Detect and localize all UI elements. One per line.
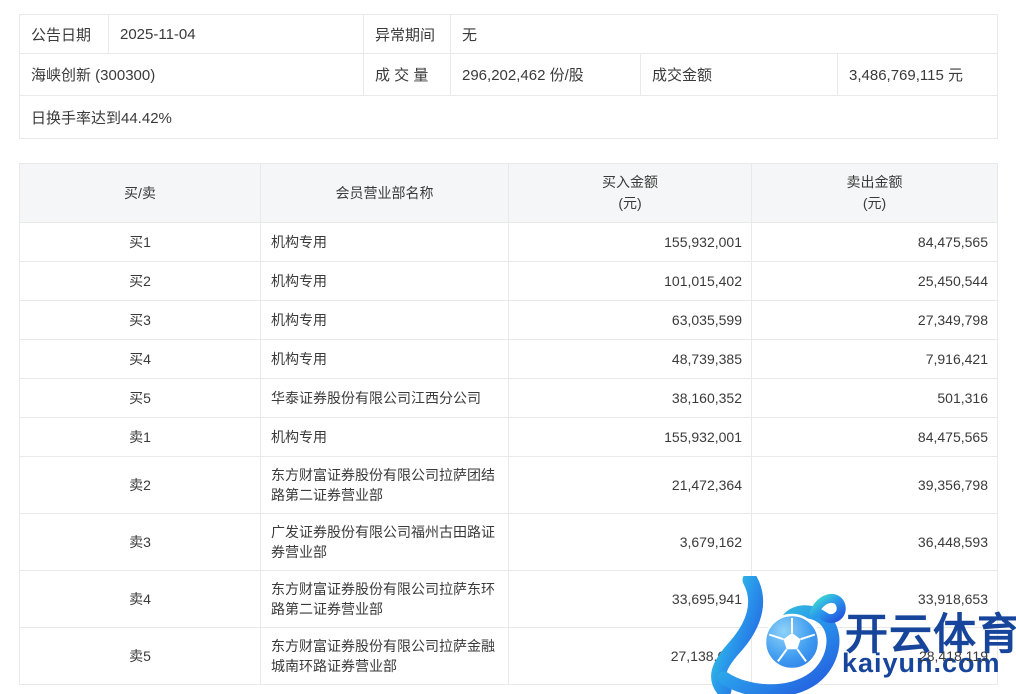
table-row-buy2: 买2 机构专用 101,015,402 25,450,544 bbox=[20, 262, 998, 301]
sell-amount-cell: 28,418,119 bbox=[752, 628, 998, 685]
volume-value: 296,202,462 份/股 bbox=[451, 54, 641, 96]
broker-table-header-row: 买/卖 会员营业部名称 买入金额 (元) 卖出金额 (元) bbox=[20, 164, 998, 223]
sell-amount-cell: 25,450,544 bbox=[752, 262, 998, 301]
header-sell-amount: 卖出金额 (元) bbox=[752, 164, 998, 223]
header-buy-line2: (元) bbox=[510, 193, 750, 214]
side-cell: 买5 bbox=[20, 379, 261, 418]
abnormal-period-value: 无 bbox=[451, 15, 998, 54]
sell-amount-cell: 27,349,798 bbox=[752, 301, 998, 340]
buy-amount-cell: 38,160,352 bbox=[509, 379, 752, 418]
info-row-announcement: 公告日期 2025-11-04 异常期间 无 bbox=[20, 15, 998, 54]
branch-cell: 机构专用 bbox=[261, 340, 509, 379]
branch-cell: 东方财富证券股份有限公司拉萨团结路第二证券营业部 bbox=[261, 457, 509, 514]
sell-amount-cell: 84,475,565 bbox=[752, 418, 998, 457]
table-row-buy1: 买1 机构专用 155,932,001 84,475,565 bbox=[20, 223, 998, 262]
sell-amount-cell: 7,916,421 bbox=[752, 340, 998, 379]
table-row-buy5: 买5 华泰证券股份有限公司江西分公司 38,160,352 501,316 bbox=[20, 379, 998, 418]
broker-table: 买/卖 会员营业部名称 买入金额 (元) 卖出金额 (元) 买1 机构专用 15… bbox=[19, 163, 998, 685]
branch-cell: 东方财富证券股份有限公司拉萨东环路第二证券营业部 bbox=[261, 571, 509, 628]
branch-cell: 机构专用 bbox=[261, 301, 509, 340]
side-cell: 买3 bbox=[20, 301, 261, 340]
buy-amount-cell: 3,679,162 bbox=[509, 514, 752, 571]
table-row-sell3: 卖3 广发证券股份有限公司福州古田路证券营业部 3,679,162 36,448… bbox=[20, 514, 998, 571]
branch-cell: 机构专用 bbox=[261, 223, 509, 262]
summary-info-table: 公告日期 2025-11-04 异常期间 无 海峡创新 (300300) 成 交… bbox=[19, 14, 998, 139]
branch-cell: 东方财富证券股份有限公司拉萨金融城南环路证券营业部 bbox=[261, 628, 509, 685]
header-branch: 会员营业部名称 bbox=[261, 164, 509, 223]
buy-amount-cell: 155,932,001 bbox=[509, 418, 752, 457]
volume-label: 成 交 量 bbox=[364, 54, 451, 96]
stock-name: 海峡创新 (300300) bbox=[20, 54, 364, 96]
sell-amount-cell: 33,918,653 bbox=[752, 571, 998, 628]
buy-amount-cell: 27,138,66 bbox=[509, 628, 752, 685]
info-row-note: 日换手率达到44.42% bbox=[20, 96, 998, 139]
buy-amount-cell: 101,015,402 bbox=[509, 262, 752, 301]
sell-amount-cell: 36,448,593 bbox=[752, 514, 998, 571]
side-cell: 卖5 bbox=[20, 628, 261, 685]
side-cell: 买1 bbox=[20, 223, 261, 262]
abnormal-period-label: 异常期间 bbox=[364, 15, 451, 54]
branch-cell: 广发证券股份有限公司福州古田路证券营业部 bbox=[261, 514, 509, 571]
sell-amount-cell: 501,316 bbox=[752, 379, 998, 418]
header-sell-line1: 卖出金额 bbox=[753, 172, 996, 193]
side-cell: 买2 bbox=[20, 262, 261, 301]
side-cell: 卖2 bbox=[20, 457, 261, 514]
table-row-sell1: 卖1 机构专用 155,932,001 84,475,565 bbox=[20, 418, 998, 457]
buy-amount-cell: 155,932,001 bbox=[509, 223, 752, 262]
table-row-sell2: 卖2 东方财富证券股份有限公司拉萨团结路第二证券营业部 21,472,364 3… bbox=[20, 457, 998, 514]
turnover-value: 3,486,769,115 元 bbox=[838, 54, 998, 96]
side-cell: 卖3 bbox=[20, 514, 261, 571]
header-buy-amount: 买入金额 (元) bbox=[509, 164, 752, 223]
buy-amount-cell: 63,035,599 bbox=[509, 301, 752, 340]
table-row-buy4: 买4 机构专用 48,739,385 7,916,421 bbox=[20, 340, 998, 379]
turnover-label: 成交金额 bbox=[641, 54, 838, 96]
header-buy-line1: 买入金额 bbox=[510, 172, 750, 193]
sell-amount-cell: 84,475,565 bbox=[752, 223, 998, 262]
turnover-rate-note: 日换手率达到44.42% bbox=[20, 96, 998, 139]
sell-amount-cell: 39,356,798 bbox=[752, 457, 998, 514]
header-sell-line2: (元) bbox=[753, 193, 996, 214]
table-row-buy3: 买3 机构专用 63,035,599 27,349,798 bbox=[20, 301, 998, 340]
side-cell: 卖4 bbox=[20, 571, 261, 628]
announce-date-value: 2025-11-04 bbox=[109, 15, 364, 54]
branch-cell: 机构专用 bbox=[261, 418, 509, 457]
branch-cell: 机构专用 bbox=[261, 262, 509, 301]
info-row-stock: 海峡创新 (300300) 成 交 量 296,202,462 份/股 成交金额… bbox=[20, 54, 998, 96]
header-side: 买/卖 bbox=[20, 164, 261, 223]
buy-amount-cell: 21,472,364 bbox=[509, 457, 752, 514]
buy-amount-cell: 48,739,385 bbox=[509, 340, 752, 379]
table-row-sell4: 卖4 东方财富证券股份有限公司拉萨东环路第二证券营业部 33,695,941 3… bbox=[20, 571, 998, 628]
announce-date-label: 公告日期 bbox=[20, 15, 109, 54]
buy-amount-cell: 33,695,941 bbox=[509, 571, 752, 628]
branch-cell: 华泰证券股份有限公司江西分公司 bbox=[261, 379, 509, 418]
side-cell: 买4 bbox=[20, 340, 261, 379]
side-cell: 卖1 bbox=[20, 418, 261, 457]
table-row-sell5: 卖5 东方财富证券股份有限公司拉萨金融城南环路证券营业部 27,138,66 2… bbox=[20, 628, 998, 685]
